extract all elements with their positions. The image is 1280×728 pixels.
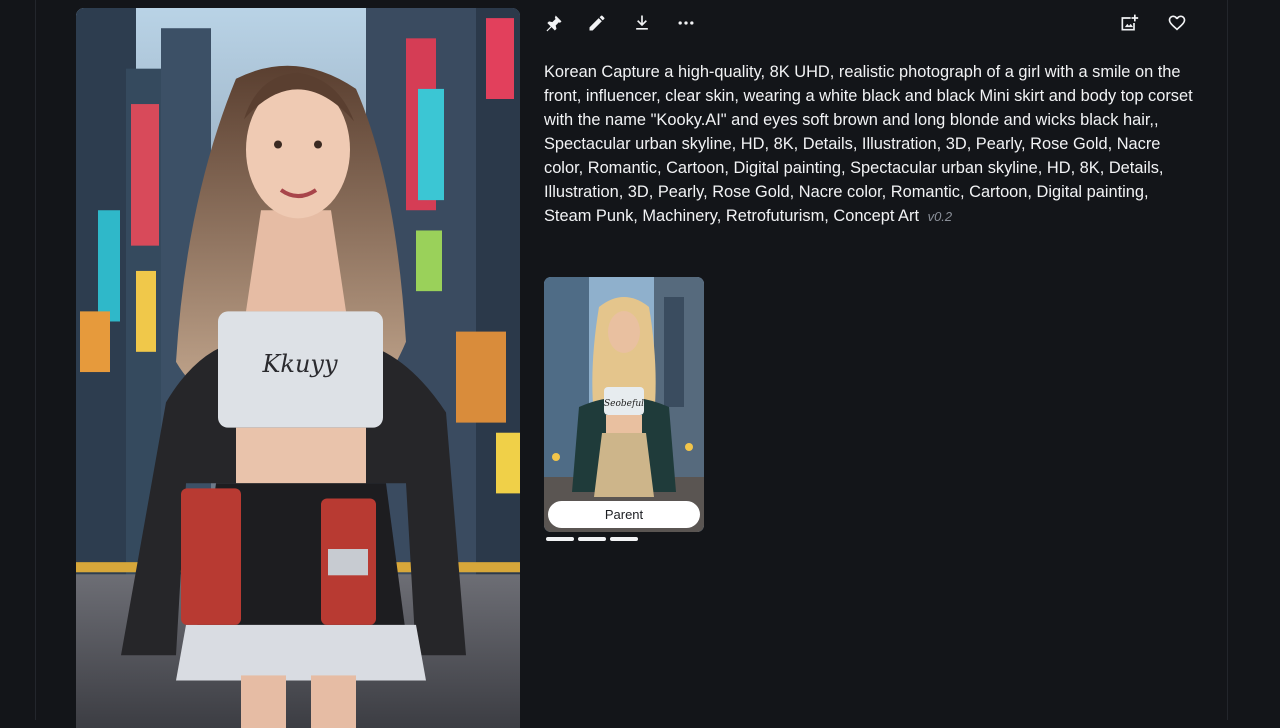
prompt-text: Korean Capture a high-quality, 8K UHD, r… [544, 63, 1193, 225]
edit-icon [589, 15, 605, 31]
page-frame-left [35, 0, 36, 720]
generated-image[interactable]: Kkuyy [76, 8, 520, 728]
favorite-button[interactable] [1164, 10, 1190, 36]
download-button[interactable] [629, 10, 655, 36]
prompt-text-block: Korean Capture a high-quality, 8K UHD, r… [544, 60, 1194, 229]
shirt-logo-text: Kkuyy [261, 350, 337, 378]
parent-image-illustration: Seobeful [544, 277, 704, 532]
page-dot[interactable] [546, 537, 574, 541]
parent-image-card[interactable]: Seobeful Parent [544, 277, 704, 532]
add-image-button[interactable] [1116, 10, 1142, 36]
more-icon [678, 21, 694, 25]
generated-image-illustration: Kkuyy [76, 8, 520, 728]
page-dot[interactable] [610, 537, 638, 541]
page-frame-right [1227, 0, 1228, 720]
image-toolbar [544, 10, 1194, 38]
download-icon [636, 15, 648, 30]
page-dot[interactable] [578, 537, 606, 541]
parent-button[interactable]: Parent [548, 501, 700, 528]
edit-button[interactable] [584, 10, 610, 36]
more-options-button[interactable] [673, 10, 699, 36]
pin-icon [546, 15, 562, 32]
heart-icon [1168, 15, 1186, 31]
parent-shirt-text: Seobeful [604, 399, 644, 409]
model-version: v0.2 [927, 209, 953, 224]
add-image-icon [1121, 14, 1139, 31]
pin-button[interactable] [541, 10, 567, 36]
